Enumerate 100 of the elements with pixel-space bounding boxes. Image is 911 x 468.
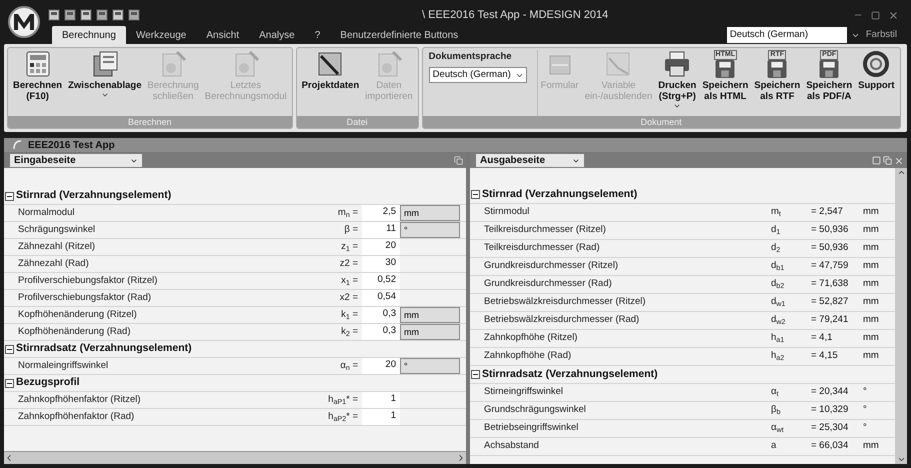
value-field[interactable]: 0,3 <box>362 324 400 340</box>
group-header: Stirnrad (Verzahnungselement) <box>482 186 638 202</box>
unit-label: ° <box>862 421 868 436</box>
toolbar-icon[interactable] <box>64 9 76 21</box>
toolbar-icon[interactable] <box>80 9 92 21</box>
toolbar-icon[interactable] <box>112 9 124 21</box>
scroll-down-icon[interactable] <box>896 455 906 464</box>
parameter-label: Grundkreisdurchmesser (Rad) <box>483 277 613 292</box>
parameter-label: Kopfhöhenänderung (Rad) <box>17 324 132 339</box>
value-field[interactable]: 0,3 <box>362 307 400 323</box>
value-field[interactable]: 1 <box>362 392 400 408</box>
parameter-label: Zähnezahl (Rad) <box>17 256 90 271</box>
menu-tab[interactable]: Ansicht <box>196 26 250 44</box>
unit-label: mm <box>862 205 880 220</box>
symbol-label: α$_{t}$ <box>771 385 780 400</box>
unit-label: ° <box>862 385 868 400</box>
collapse-icon[interactable] <box>471 370 480 379</box>
menu-tab[interactable]: Analyse <box>249 26 305 44</box>
horizontal-scrollbar[interactable] <box>4 451 466 464</box>
collapse-icon[interactable] <box>5 378 14 388</box>
symbol-label: β = <box>343 222 359 237</box>
parameter-label: Stirnmodul <box>483 205 530 220</box>
toolbar-icon[interactable] <box>96 9 108 21</box>
group-header: Bezugsprofil <box>16 375 80 390</box>
value-label: = 79,241 <box>811 313 850 328</box>
symbol-label: β$_{b}$ <box>771 403 782 418</box>
lifebuoy-icon <box>862 50 890 78</box>
menu-tab[interactable]: ? <box>304 26 330 44</box>
toolbar-icon[interactable] <box>48 9 60 21</box>
document-title: EEE2016 Test App <box>28 138 115 152</box>
parameter-label: Zahnkopfhöhenfaktor (Rad) <box>17 410 136 424</box>
menu-tab[interactable]: Berechnung <box>52 26 126 44</box>
group-label: Dokument <box>422 116 900 128</box>
collapse-icon[interactable] <box>471 190 480 199</box>
maximize-icon[interactable] <box>871 10 880 20</box>
menu-tab[interactable]: Benutzerdefinierte Buttons <box>330 26 468 44</box>
ribbon-button[interactable]: Support <box>855 50 898 116</box>
chart-icon <box>604 50 632 78</box>
value-field[interactable]: 2,5 <box>362 205 400 221</box>
copy-icon[interactable] <box>883 156 892 165</box>
value-label: = 4,15 <box>811 349 839 364</box>
parameter-label: Kopfhöhenänderung (Ritzel) <box>17 308 138 322</box>
group-header: Stirnradsatz (Verzahnungselement) <box>482 366 658 382</box>
symbol-label: z2 = <box>338 256 359 271</box>
color-style-menu[interactable]: Farbstil <box>864 28 907 42</box>
value-field[interactable]: 11 <box>362 222 400 238</box>
parameter-label: Teilkreisdurchmesser (Ritzel) <box>483 223 607 238</box>
symbol-label: α$_{n}$ = <box>339 358 359 374</box>
language-dropdown[interactable]: Deutsch (German) <box>726 27 847 43</box>
ribbon-button[interactable]: Berechnen (F10) <box>10 50 66 116</box>
ribbon-button[interactable]: Drucken (Strg+P) <box>655 50 700 116</box>
language-dropdown[interactable]: Deutsch (German) <box>428 67 527 84</box>
value-field[interactable]: 20 <box>362 358 400 374</box>
scroll-up-icon[interactable] <box>896 168 906 177</box>
parameter-label: Betriebswälzkreisdurchmesser (Ritzel) <box>483 295 647 310</box>
value-field[interactable]: 20 <box>362 239 400 255</box>
value-label: = 25,304 <box>811 421 850 436</box>
toolbar-icon[interactable] <box>128 9 140 21</box>
ribbon-button[interactable]: Projektdaten <box>298 50 362 116</box>
parameter-label: Normalmodul <box>17 206 76 220</box>
collapse-icon[interactable] <box>5 192 14 200</box>
page-selector[interactable]: Ausgabeseite <box>476 154 584 167</box>
page-selector[interactable]: Eingabeseite <box>10 154 142 167</box>
parameter-label: Betriebseingriffswinkel <box>483 421 580 436</box>
value-label: = 52,827 <box>811 295 850 310</box>
close-icon[interactable] <box>888 10 899 20</box>
app-logo[interactable] <box>8 6 40 38</box>
ribbon-button[interactable]: Zwischenablage <box>65 50 144 116</box>
symbol-label: k$_{1}$ = <box>340 308 359 322</box>
value-label: = 20,344 <box>811 385 850 400</box>
symbol-label: x$_{1}$ = <box>340 274 359 288</box>
symbol-label: d$_{w2}$ <box>771 313 786 328</box>
unit-label: mm <box>400 307 460 323</box>
group-label: Berechnen <box>8 116 292 128</box>
parameter-label: Profilverschiebungsfaktor (Rad) <box>17 290 152 305</box>
value-field[interactable]: 30 <box>362 256 400 272</box>
value-field[interactable]: 1 <box>362 409 400 425</box>
group-header: Stirnradsatz (Verzahnungselement) <box>16 341 192 356</box>
parameter-label: Zähnezahl (Ritzel) <box>17 240 96 254</box>
copy-icon[interactable] <box>454 156 463 165</box>
menu-tab[interactable]: Werkzeuge <box>126 26 196 44</box>
collapse-icon[interactable] <box>5 344 14 354</box>
value-label: = 50,936 <box>811 223 850 238</box>
parameter-label: Normaleingriffswinkel <box>17 358 110 373</box>
pencil-icon <box>316 50 344 78</box>
value-label: = 2,547 <box>811 205 844 220</box>
unit-label: mm <box>862 277 880 292</box>
symbol-label: z$_{1}$ = <box>340 240 359 254</box>
symbol-label: α$_{wt}$ <box>771 421 785 436</box>
symbol-label: d$_{2}$ <box>771 241 782 256</box>
unit-label: mm <box>862 241 880 256</box>
value-field[interactable]: 0,54 <box>362 290 400 306</box>
vertical-scrollbar[interactable] <box>895 168 907 464</box>
calculator-icon <box>24 50 52 78</box>
window-icon[interactable] <box>872 156 881 165</box>
symbol-label: h$_{a1}$ <box>771 331 786 346</box>
group-header: Stirnrad (Verzahnungselement) <box>16 188 172 204</box>
close-icon[interactable] <box>894 156 904 166</box>
unit-label: mm <box>862 223 880 238</box>
value-field[interactable]: 0,52 <box>362 273 400 289</box>
